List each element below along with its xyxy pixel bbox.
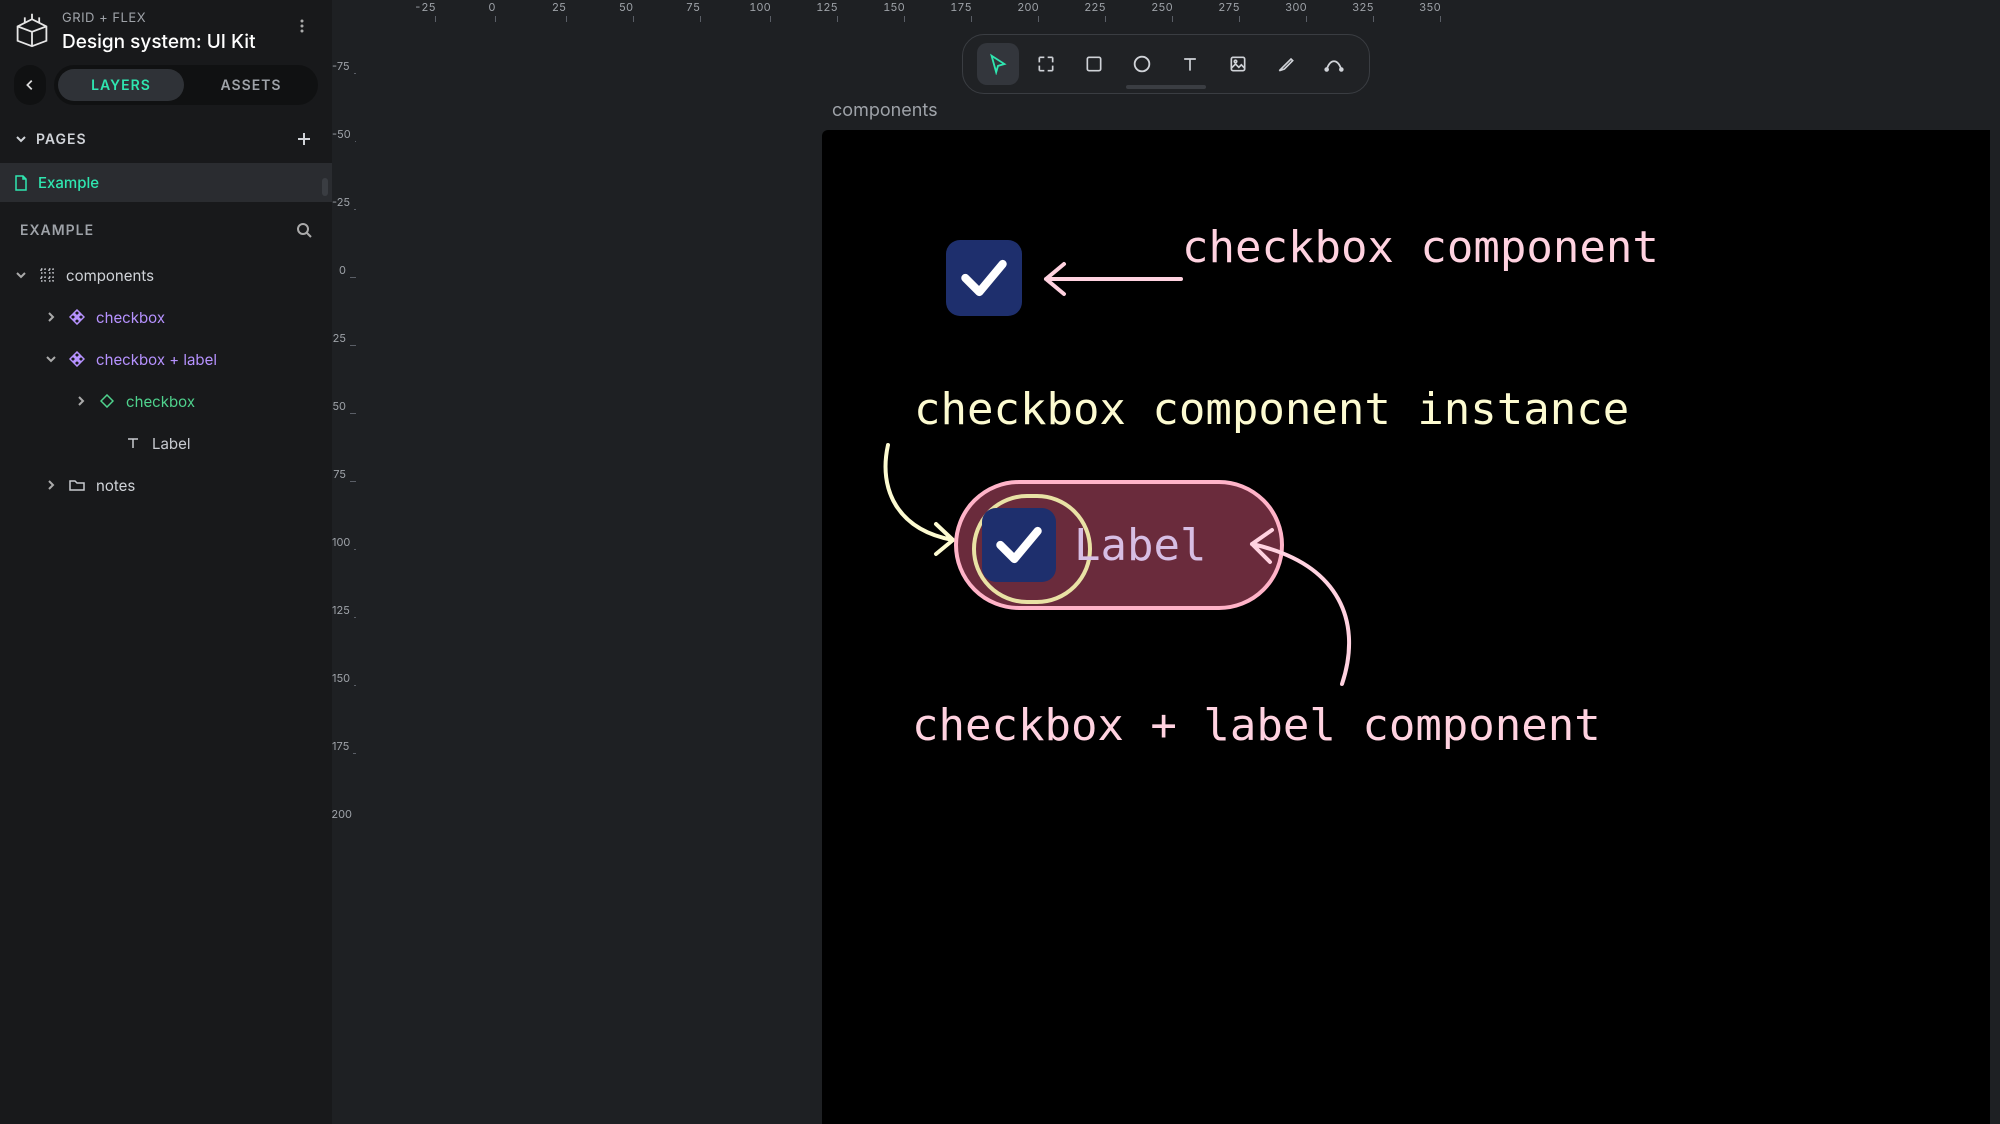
frame-label[interactable]: components bbox=[832, 100, 938, 121]
component-icon bbox=[68, 351, 86, 367]
chevron-right-icon bbox=[44, 479, 58, 491]
layers-panel-header: EXAMPLE bbox=[0, 202, 332, 254]
canvas-frame[interactable]: checkbox component checkbox component in… bbox=[822, 130, 1990, 1124]
canvas-workspace[interactable]: -250255075100125150175200225250275300325… bbox=[332, 0, 2000, 1124]
tool-text[interactable] bbox=[1169, 43, 1211, 85]
folder-icon bbox=[68, 478, 86, 492]
page-item-example[interactable]: Example bbox=[0, 163, 332, 202]
tab-assets[interactable]: ASSETS bbox=[188, 69, 314, 101]
ruler-horizontal[interactable]: -250255075100125150175200225250275300325… bbox=[332, 0, 2000, 22]
chevron-down-icon bbox=[44, 353, 58, 365]
annotation-combo: checkbox + label component bbox=[912, 700, 1601, 751]
canvas-checkbox-component[interactable] bbox=[946, 240, 1022, 316]
text-icon bbox=[124, 436, 142, 450]
component-icon bbox=[68, 309, 86, 325]
tool-rectangle[interactable] bbox=[1073, 43, 1115, 85]
doc-title[interactable]: Design system: UI Kit bbox=[62, 30, 274, 53]
doc-header: GRID + FLEX Design system: UI Kit bbox=[0, 0, 332, 59]
chevron-right-icon bbox=[44, 311, 58, 323]
left-panel: GRID + FLEX Design system: UI Kit LAYERS… bbox=[0, 0, 332, 1124]
annotation-checkbox-component: checkbox component bbox=[1182, 222, 1659, 273]
scrollbar-thumb[interactable] bbox=[322, 178, 328, 196]
tool-select[interactable] bbox=[977, 43, 1019, 85]
layer-text-label[interactable]: Label bbox=[0, 422, 332, 464]
tool-frame[interactable] bbox=[1025, 43, 1067, 85]
layer-label: checkbox + label bbox=[96, 350, 217, 369]
breadcrumb[interactable]: GRID + FLEX bbox=[62, 10, 274, 26]
canvas-label-text[interactable]: Label bbox=[1074, 520, 1206, 571]
chevron-right-icon bbox=[74, 395, 88, 407]
tool-image[interactable] bbox=[1217, 43, 1259, 85]
chevron-down-icon bbox=[14, 133, 28, 145]
tab-layers[interactable]: LAYERS bbox=[58, 69, 184, 101]
page-label: Example bbox=[38, 173, 99, 192]
add-page-button[interactable] bbox=[290, 125, 318, 153]
page-icon bbox=[14, 175, 28, 191]
layer-label: notes bbox=[96, 476, 135, 495]
doc-menu-button[interactable] bbox=[286, 10, 318, 42]
pages-section-title: PAGES bbox=[36, 131, 282, 148]
annotation-arrow-icon bbox=[1036, 254, 1186, 304]
layer-label: Label bbox=[152, 434, 190, 453]
layer-tree: components checkbox checkbox + label che… bbox=[0, 254, 332, 506]
toolbar-drag-handle[interactable] bbox=[1126, 85, 1206, 89]
layer-instance-checkbox[interactable]: checkbox bbox=[0, 380, 332, 422]
canvas-checkbox-instance[interactable] bbox=[982, 508, 1056, 582]
annotation-instance: checkbox component instance bbox=[914, 384, 1629, 435]
layer-label: checkbox bbox=[96, 308, 165, 327]
layer-component-checkbox-label[interactable]: checkbox + label bbox=[0, 338, 332, 380]
ruler-vertical[interactable]: -75-50-250255075100125150175200 bbox=[332, 0, 362, 1124]
layer-folder-notes[interactable]: notes bbox=[0, 464, 332, 506]
annotation-arrow-icon bbox=[868, 440, 968, 570]
pages-section-header[interactable]: PAGES bbox=[0, 115, 332, 163]
instance-icon bbox=[98, 394, 116, 408]
tool-ellipse[interactable] bbox=[1121, 43, 1163, 85]
app-logo[interactable] bbox=[14, 12, 50, 48]
tool-pen[interactable] bbox=[1265, 43, 1307, 85]
chevron-down-icon bbox=[14, 269, 28, 281]
back-button[interactable] bbox=[14, 65, 46, 105]
layers-panel-title: EXAMPLE bbox=[20, 222, 290, 239]
layer-component-checkbox[interactable]: checkbox bbox=[0, 296, 332, 338]
layer-label: components bbox=[66, 266, 154, 285]
canvas-checkbox-label-component[interactable]: Label bbox=[954, 480, 1284, 610]
search-layers-button[interactable] bbox=[290, 216, 318, 244]
frame-icon bbox=[38, 267, 56, 283]
ruler-corner bbox=[332, 0, 362, 22]
tool-vector[interactable] bbox=[1313, 43, 1355, 85]
layer-frame-components[interactable]: components bbox=[0, 254, 332, 296]
panel-tabs: LAYERS ASSETS bbox=[0, 59, 332, 115]
canvas-toolbar[interactable] bbox=[962, 34, 1370, 94]
layer-label: checkbox bbox=[126, 392, 195, 411]
annotation-arrow-icon bbox=[1242, 524, 1372, 694]
